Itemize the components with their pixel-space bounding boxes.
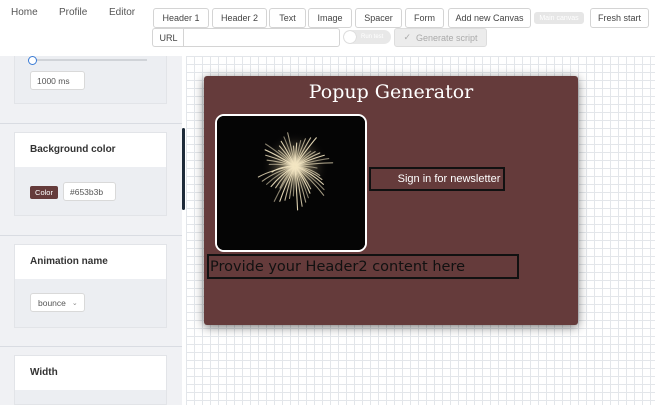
- background-color-title: Background color: [30, 144, 116, 155]
- add-header2-button[interactable]: Header 2: [212, 8, 267, 28]
- check-icon: ✓: [403, 32, 411, 42]
- generate-script-button[interactable]: ✓ Generate script: [394, 28, 487, 47]
- background-color-input[interactable]: #653b3b: [63, 182, 116, 201]
- duration-slider-thumb[interactable]: [28, 56, 37, 65]
- chevron-down-icon: ⌄: [71, 299, 78, 307]
- fresh-start-button[interactable]: Fresh start: [590, 8, 649, 28]
- animation-name-title: Animation name: [30, 256, 108, 267]
- add-form-button[interactable]: Form: [405, 8, 444, 28]
- add-header1-button[interactable]: Header 1: [153, 8, 209, 28]
- main-canvas-button[interactable]: Main canvas: [534, 12, 584, 24]
- generate-script-label: Generate script: [416, 32, 478, 43]
- sidebar-divider: [0, 346, 182, 347]
- url-label: URL: [152, 28, 184, 47]
- nav-profile-link[interactable]: Profile: [59, 7, 87, 18]
- color-picker-button[interactable]: Color: [30, 186, 58, 199]
- nav-home-link[interactable]: Home: [11, 7, 38, 18]
- add-spacer-button[interactable]: Spacer: [355, 8, 402, 28]
- fireworks-image[interactable]: [215, 114, 367, 252]
- add-canvas-button[interactable]: Add new Canvas: [448, 8, 531, 28]
- toggle-knob: [344, 31, 356, 43]
- sidebar-scroll-indicator[interactable]: [182, 128, 185, 210]
- duration-input[interactable]: 1000 ms: [30, 71, 85, 90]
- add-text-button[interactable]: Text: [269, 8, 306, 28]
- nav-editor-link[interactable]: Editor: [109, 7, 135, 18]
- properties-sidebar[interactable]: [0, 56, 182, 405]
- sidebar-divider: [0, 235, 182, 236]
- width-title: Width: [30, 367, 58, 378]
- top-navigation: Home Profile Editor: [0, 0, 150, 26]
- sidebar-divider: [0, 123, 182, 124]
- duration-slider-track[interactable]: [32, 59, 147, 61]
- fireworks-graphic: [217, 116, 365, 250]
- newsletter-signin-button[interactable]: Sign in for newsletter: [369, 167, 505, 191]
- add-image-button[interactable]: Image: [308, 8, 352, 28]
- run-test-toggle[interactable]: Run test: [343, 30, 391, 44]
- header2-element[interactable]: Provide your Header2 content here: [207, 254, 519, 279]
- popup-title[interactable]: Popup Generator: [204, 81, 578, 103]
- width-panel-body: [14, 390, 167, 405]
- run-test-label: Run test: [361, 34, 384, 40]
- animation-select-value: bounce: [38, 297, 66, 308]
- url-input[interactable]: [183, 28, 340, 47]
- animation-select[interactable]: bounce ⌄: [30, 293, 85, 312]
